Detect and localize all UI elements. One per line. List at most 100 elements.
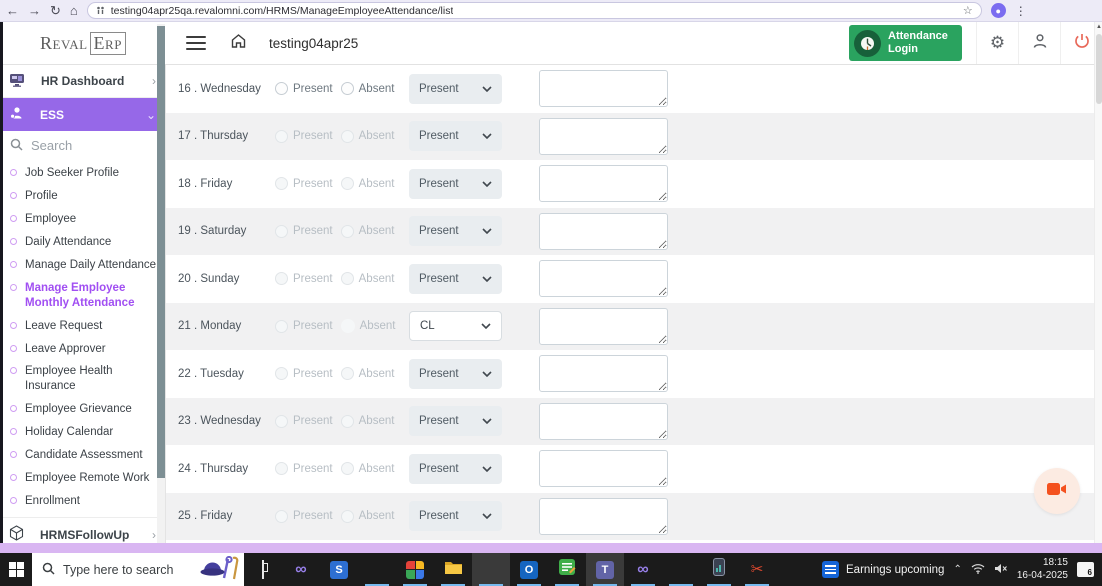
file-explorer-taskbar-button[interactable] (434, 553, 472, 586)
settings-slot[interactable]: ⚙ (976, 22, 1018, 64)
present-radio-label: Present (293, 462, 333, 475)
day-label: 18 . Friday (178, 177, 233, 190)
outlook-taskbar-button[interactable]: O (510, 553, 548, 586)
sidebar-item-employee-health-insurance[interactable]: Employee Health Insurance (0, 360, 165, 398)
remark-input[interactable] (539, 165, 668, 203)
status-select-value: Present (419, 225, 459, 238)
absent-radio (340, 509, 354, 523)
present-radio[interactable] (275, 82, 288, 96)
remark-input[interactable] (539, 355, 668, 393)
notification-center-icon[interactable]: 6 (1077, 562, 1094, 577)
visual-studio-taskbar-button[interactable]: ∞ (282, 553, 320, 586)
status-select[interactable]: CL (409, 311, 502, 342)
page-body: HR Dashboard › ESS ⌄ Search Job Seeker P… (0, 65, 1102, 543)
system-tray: Earnings upcoming ⌃ 18:15 16-04-2025 6 (822, 553, 1102, 586)
start-button[interactable] (0, 553, 32, 586)
status-select: Present (409, 263, 502, 294)
browser-menu-icon[interactable]: ⋮ (1015, 4, 1027, 18)
taskbar-search-input[interactable]: Type here to search (32, 553, 244, 586)
day-label: 19 . Saturday (178, 225, 247, 238)
sidebar-scrollbar[interactable] (157, 24, 165, 543)
hidden-icons-chevron-icon[interactable]: ⌃ (953, 564, 961, 575)
remark-input[interactable] (539, 450, 668, 488)
teams-taskbar-button[interactable]: T (586, 553, 624, 586)
scroll-up-icon[interactable]: ▲ (1096, 24, 1102, 30)
absent-radio[interactable] (340, 82, 354, 96)
sidebar-scrollbar-thumb[interactable] (157, 26, 165, 478)
search-icon (10, 138, 23, 154)
sidebar-item-holiday-calendar[interactable]: Holiday Calendar (0, 421, 165, 444)
chevron-down-icon (482, 130, 492, 142)
chrome-taskbar-button[interactable] (472, 553, 510, 586)
sidebar-search-input[interactable]: Search (0, 131, 165, 160)
visual-studio-2-taskbar-button[interactable]: ∞ (624, 553, 662, 586)
remark-input[interactable] (539, 70, 668, 108)
vertical-scrollbar[interactable]: ▲ (1094, 22, 1102, 543)
volume-muted-icon[interactable] (994, 561, 1008, 579)
bookmark-star-icon[interactable]: ☆ (963, 4, 973, 17)
sidebar-item-ess[interactable]: ESS ⌄ (0, 98, 165, 131)
browser-home-icon[interactable]: ⌂ (70, 4, 78, 17)
attendance-radio-group: Present Absent (275, 82, 394, 96)
notes-editor-taskbar-button[interactable] (548, 553, 586, 586)
status-select-value: Present (419, 130, 459, 143)
windows-taskbar: Type here to search ∞ S O T ∞ ✂ Earnings upco… (0, 553, 1102, 586)
sidebar-item-hr-dashboard[interactable]: HR Dashboard › (0, 65, 165, 98)
sql-server-taskbar-button[interactable]: S (320, 553, 358, 586)
sidebar-item-enrollment[interactable]: Enrollment (0, 490, 165, 513)
sidebar-item-label: Manage Daily Attendance (25, 258, 157, 271)
task-view-taskbar-button[interactable] (244, 553, 282, 586)
remark-input[interactable] (539, 497, 668, 535)
present-radio (275, 319, 288, 333)
phone-link-taskbar-button[interactable] (700, 553, 738, 586)
vertical-scrollbar-thumb[interactable] (1096, 34, 1102, 104)
forward-icon[interactable]: → (28, 4, 41, 17)
sidebar-item-leave-approver[interactable]: Leave Approver (0, 338, 165, 361)
sidebar-item-profile[interactable]: Profile (0, 185, 165, 208)
absent-radio-label: Absent (358, 510, 395, 523)
sidebar-item-daily-attendance[interactable]: Daily Attendance (0, 231, 165, 254)
status-select-value: CL (420, 320, 435, 333)
sidebar-item-manage-daily-attendance[interactable]: Manage Daily Attendance (0, 254, 165, 277)
refresh-icon[interactable]: ↻ (50, 4, 61, 17)
sidebar-item-hrmsfollowup[interactable]: HRMSFollowUp › (0, 517, 165, 543)
snipping-tool-taskbar-button[interactable]: ✂ (738, 553, 776, 586)
sidebar-item-employee[interactable]: Employee (0, 208, 165, 231)
remark-input[interactable] (539, 307, 668, 345)
remark-input[interactable] (539, 260, 668, 298)
wifi-icon[interactable] (971, 561, 985, 579)
remark-input[interactable] (539, 212, 668, 250)
taskbar-clock[interactable]: 18:15 16-04-2025 (1017, 557, 1068, 582)
browser-profile-avatar[interactable]: ● (990, 3, 1006, 18)
sidebar-item-leave-request[interactable]: Leave Request (0, 315, 165, 338)
address-bar[interactable]: testing04apr25qa.revalomni.com/HRMS/Mana… (86, 2, 982, 19)
sidebar-item-employee-remote-work[interactable]: Employee Remote Work (0, 467, 165, 490)
site-info-icon[interactable] (96, 6, 105, 15)
news-interest-widget[interactable]: Earnings upcoming (822, 561, 944, 578)
present-radio-label: Present (293, 82, 333, 95)
screen-recorder-button[interactable] (1034, 468, 1080, 514)
home-icon[interactable] (230, 33, 247, 54)
day-label: 25 . Friday (178, 510, 233, 523)
sidebar-item-label: Manage Employee Monthly Attendance (25, 281, 135, 309)
teams-icon: T (596, 560, 614, 579)
menu-toggle-icon[interactable] (186, 36, 206, 50)
sidebar-item-manage-employee-monthly-attendance[interactable]: Manage Employee Monthly Attendance (0, 277, 165, 315)
day-label: 23 . Wednesday (178, 415, 261, 428)
remark-input[interactable] (539, 402, 668, 440)
edge-taskbar-button[interactable] (358, 553, 396, 586)
search-highlight-hat-icon[interactable] (200, 555, 242, 585)
attendance-login-button[interactable]: Attendance Login (849, 25, 962, 61)
status-select: Present (409, 73, 502, 104)
orange-marker-taskbar-button[interactable] (662, 553, 700, 586)
remark-input[interactable] (539, 117, 668, 155)
back-icon[interactable]: ← (6, 4, 19, 17)
sidebar-item-employee-grievance[interactable]: Employee Grievance (0, 398, 165, 421)
chevron-down-icon (482, 415, 492, 427)
sidebar-item-label: Employee (25, 212, 77, 225)
account-slot[interactable] (1018, 22, 1060, 64)
horizontal-scrollbar[interactable] (0, 543, 1102, 553)
sidebar-item-job-seeker-profile[interactable]: Job Seeker Profile (0, 162, 165, 185)
color-tool-taskbar-button[interactable] (396, 553, 434, 586)
sidebar-item-candidate-assessment[interactable]: Candidate Assessment (0, 444, 165, 467)
